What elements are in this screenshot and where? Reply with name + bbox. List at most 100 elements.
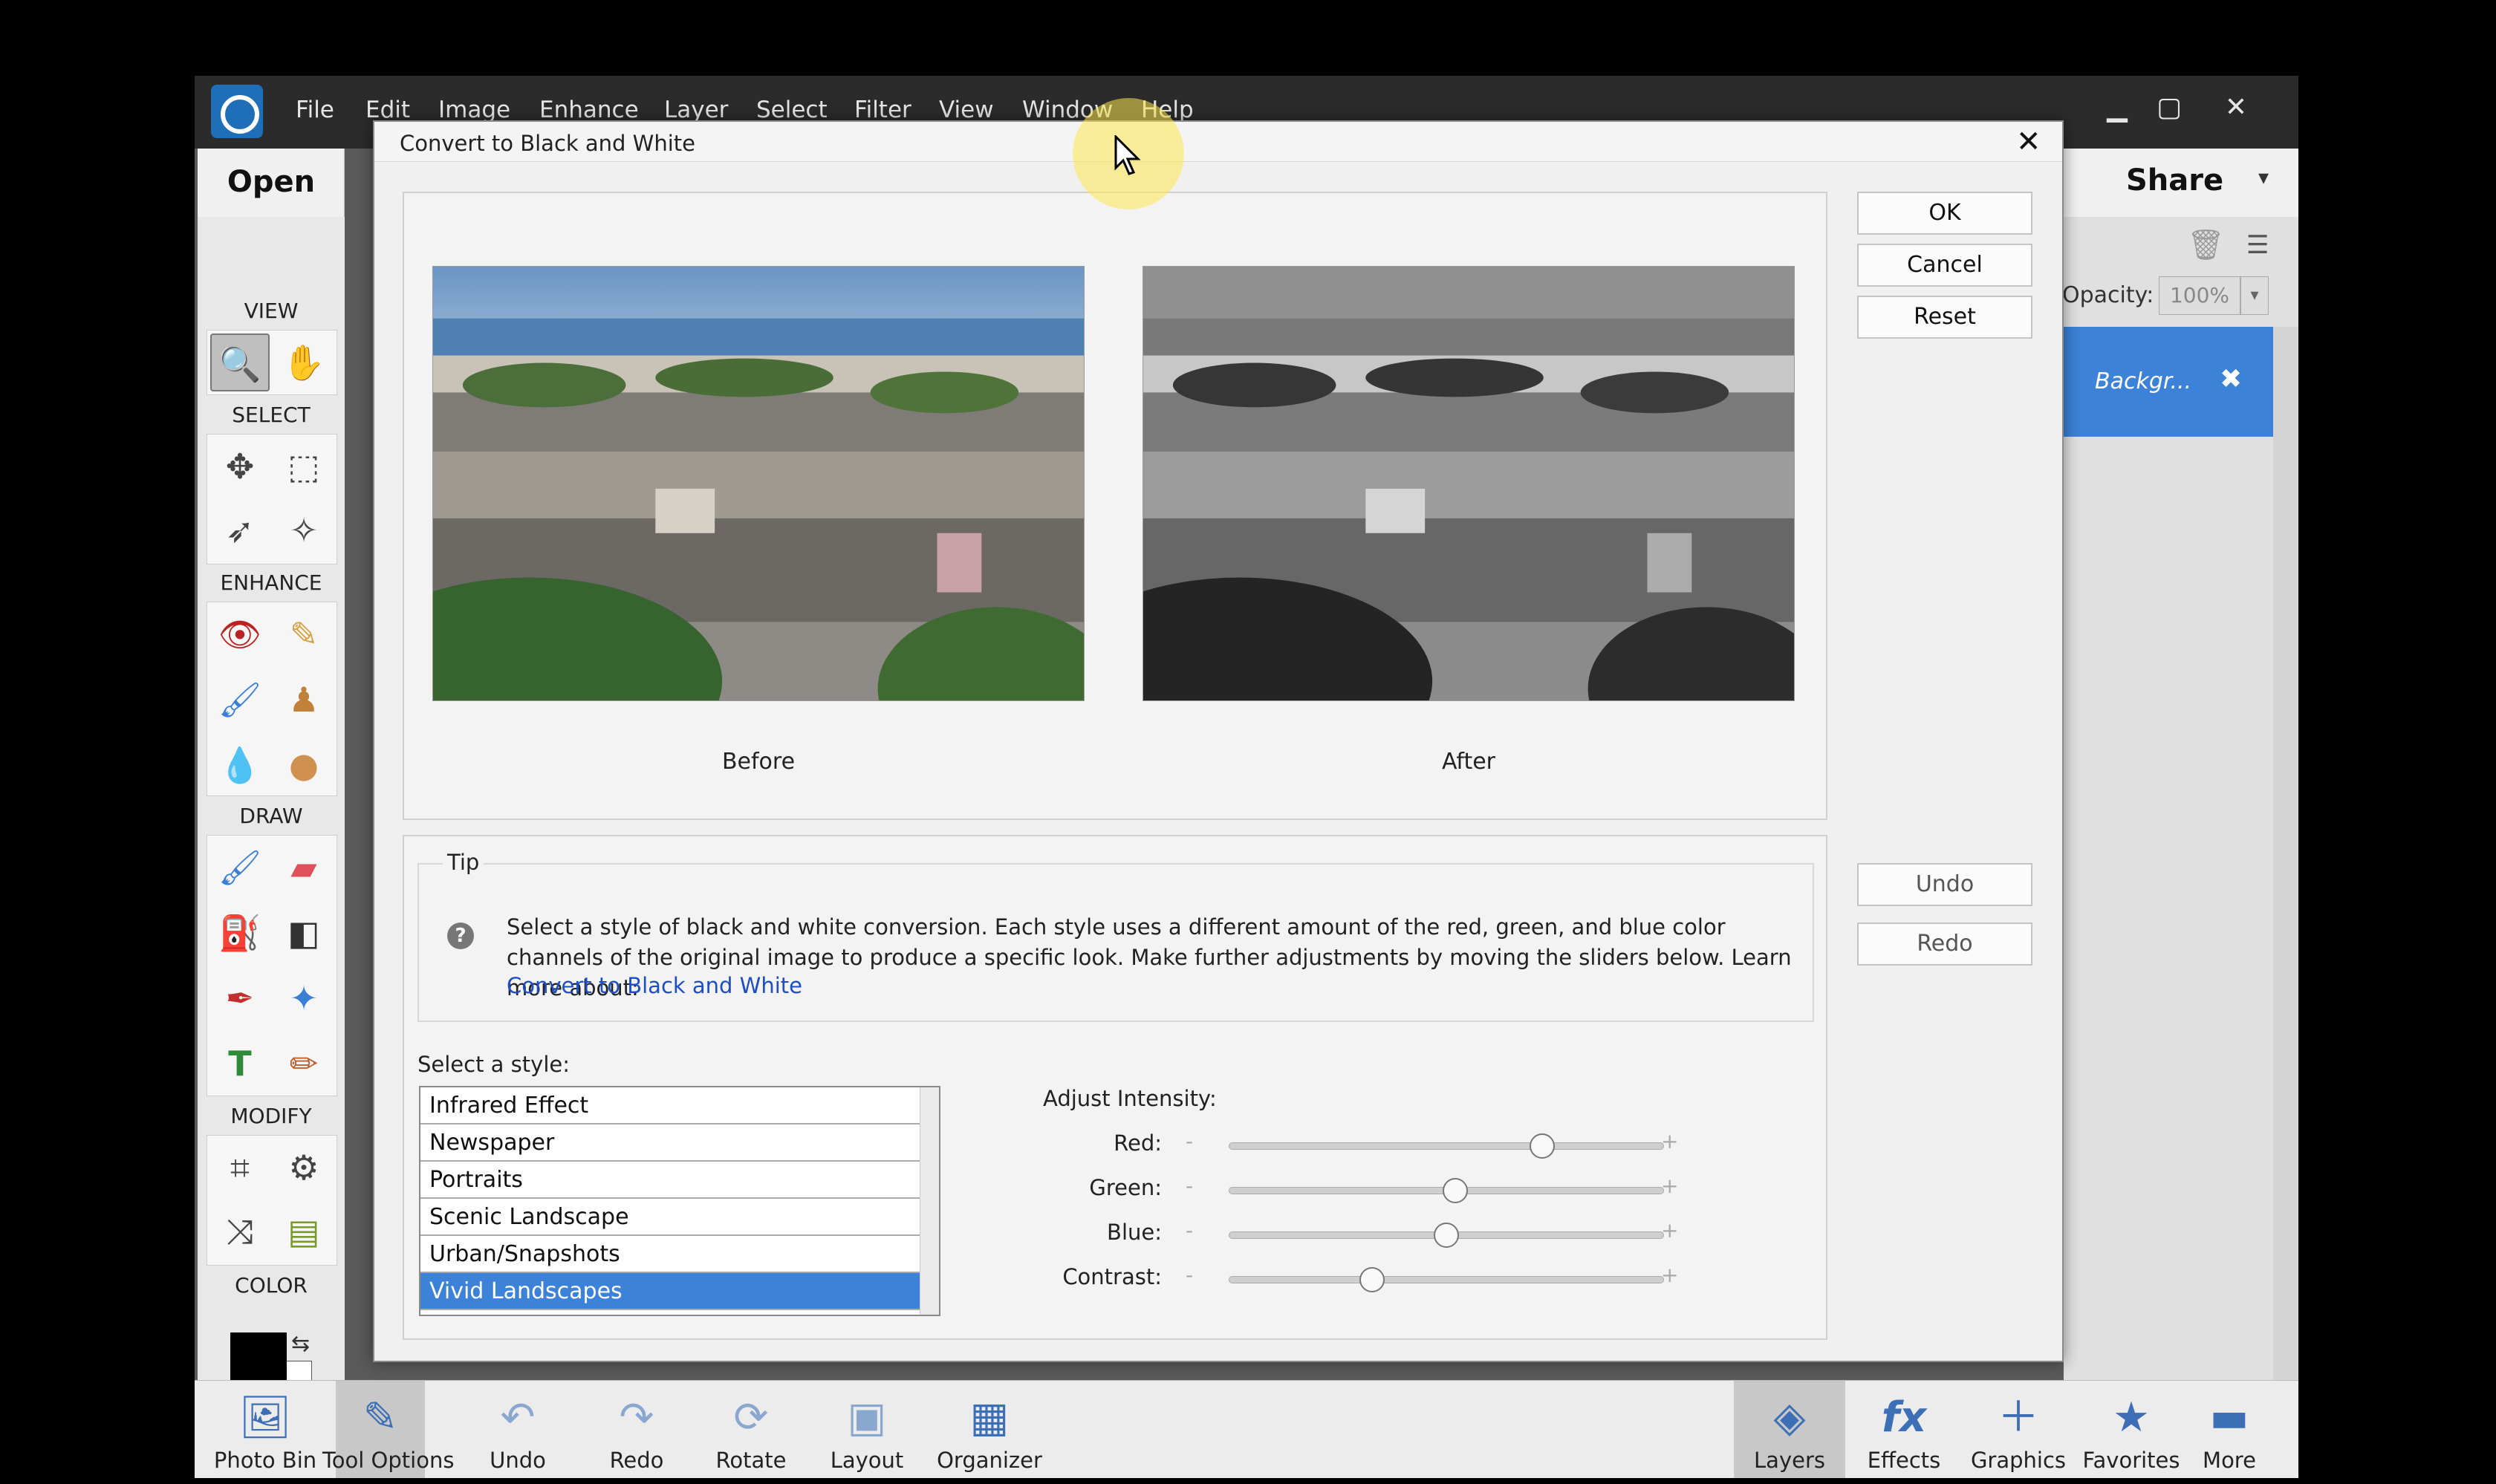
custom-shape-tool-icon[interactable]: ✦ (274, 969, 334, 1027)
photo-bin-label: Photo Bin (213, 1448, 317, 1473)
recompose-tool-icon[interactable]: ⚙ (274, 1139, 334, 1197)
red-eye-tool-icon[interactable]: 👁 (210, 605, 270, 663)
crop-tool-icon[interactable]: ⌗ (210, 1139, 270, 1197)
magic-wand-tool-icon[interactable]: ✧ (274, 501, 334, 559)
type-tool-icon[interactable]: T (210, 1035, 270, 1093)
style-listbox[interactable]: Infrared Effect Newspaper Portraits Scen… (419, 1086, 940, 1316)
tool-options-label: Tool Options (322, 1448, 455, 1473)
blue-plus: + (1661, 1218, 1679, 1243)
rotate-label: Rotate (715, 1448, 787, 1473)
red-slider-thumb[interactable] (1529, 1133, 1555, 1159)
content-aware-move-tool-icon[interactable]: ⤨ (210, 1203, 270, 1260)
sponge-tool-icon[interactable]: ● (274, 736, 334, 794)
favorites-button[interactable]: ★ Favorites (2076, 1381, 2187, 1478)
more-button[interactable]: ▬ More (2174, 1381, 2285, 1478)
blue-slider-label: Blue: (1107, 1220, 1162, 1245)
redo-dialog-button[interactable]: Redo (1857, 922, 2032, 966)
red-slider-label: Red: (1114, 1130, 1162, 1156)
lasso-tool-icon[interactable]: ➶ (210, 501, 270, 559)
style-item-infrared[interactable]: Infrared Effect (420, 1087, 920, 1125)
mouse-cursor-icon (1114, 135, 1141, 175)
menu-select[interactable]: Select (756, 97, 828, 123)
after-preview-image (1143, 266, 1795, 701)
reset-button[interactable]: Reset (1857, 296, 2032, 339)
rotate-icon: ⟳ (733, 1393, 769, 1442)
style-item-vivid-landscapes[interactable]: Vivid Landscapes (420, 1273, 920, 1310)
red-minus: - (1186, 1129, 1194, 1153)
menu-file[interactable]: File (296, 97, 334, 123)
organizer-button[interactable]: ▦ Organizer (923, 1381, 1056, 1478)
eyedropper-tool-icon[interactable]: ✒ (210, 969, 270, 1027)
rotate-button[interactable]: ⟳ Rotate (695, 1381, 807, 1478)
undo-button[interactable]: ↶ Undo (462, 1381, 573, 1478)
style-item-scenic-landscape[interactable]: Scenic Landscape (420, 1199, 920, 1236)
draw-tools: 🖌 ▰ ⛽ ◧ ✒ ✦ T ✏ (207, 835, 337, 1096)
before-preview-image (432, 266, 1085, 701)
blue-minus: - (1186, 1218, 1194, 1243)
smart-brush-tool-icon[interactable]: 🖌 (210, 671, 270, 729)
green-slider-thumb[interactable] (1442, 1178, 1468, 1203)
effects-fx-icon: fx (1881, 1393, 1927, 1442)
open-button[interactable]: Open (198, 149, 345, 217)
bottom-taskbar: 🖼 Photo Bin ✎ Tool Options ↶ Undo ↷ Redo… (195, 1380, 2298, 1478)
minimize-button[interactable]: ▁ (2096, 89, 2138, 126)
opacity-field[interactable]: 100% (2159, 276, 2240, 315)
contrast-slider-track[interactable] (1229, 1276, 1664, 1283)
clone-stamp-tool-icon[interactable]: ♟ (274, 671, 334, 729)
effects-button[interactable]: fx Effects (1848, 1381, 1960, 1478)
blue-slider-thumb[interactable] (1434, 1223, 1459, 1248)
straighten-tool-icon[interactable]: ▤ (274, 1203, 334, 1260)
more-icon: ▬ (2209, 1393, 2249, 1442)
marquee-tool-icon[interactable]: ⬚ (274, 437, 334, 495)
close-window-button[interactable]: ✕ (2215, 89, 2257, 126)
pencil-tool-icon[interactable]: ✏ (274, 1035, 334, 1093)
menu-layer[interactable]: Layer (664, 97, 728, 123)
brush-tool-icon[interactable]: 🖌 (210, 839, 270, 896)
layout-button[interactable]: ▣ Layout (811, 1381, 923, 1478)
menu-enhance[interactable]: Enhance (539, 97, 639, 123)
layer-background[interactable]: Backgr... ✖ (2064, 327, 2273, 437)
photo-bin-button[interactable]: 🖼 Photo Bin (209, 1381, 321, 1478)
graphics-button[interactable]: ＋ Graphics (1963, 1381, 2074, 1478)
layers-scrollbar[interactable] (2273, 327, 2298, 1447)
maximize-button[interactable]: ▢ (2148, 89, 2190, 126)
gradient-tool-icon[interactable]: ◧ (274, 904, 334, 962)
redo-button[interactable]: ↷ Redo (581, 1381, 692, 1478)
opacity-dropdown-icon[interactable]: ▾ (2240, 276, 2269, 315)
zoom-tool-icon[interactable]: 🔍 (210, 333, 270, 391)
dialog-close-icon[interactable]: ✕ (2016, 125, 2041, 159)
style-item-urban-snapshots[interactable]: Urban/Snapshots (420, 1236, 920, 1273)
layers-button[interactable]: ◈ Layers (1734, 1381, 1845, 1478)
style-list-scrollbar[interactable] (920, 1087, 939, 1315)
before-caption: Before (721, 749, 796, 775)
cancel-button[interactable]: Cancel (1857, 244, 2032, 287)
section-enhance-label: ENHANCE (220, 570, 322, 595)
swap-colors-icon[interactable]: ⇆ (291, 1331, 310, 1357)
hand-tool-icon[interactable]: ✋ (274, 333, 334, 391)
menu-view[interactable]: View (939, 97, 994, 123)
style-item-portraits[interactable]: Portraits (420, 1162, 920, 1199)
menu-edit[interactable]: Edit (365, 97, 410, 123)
panel-menu-icon[interactable]: ☰ (2246, 230, 2269, 260)
undo-icon: ↶ (500, 1393, 536, 1442)
green-minus: - (1186, 1174, 1194, 1198)
menu-image[interactable]: Image (438, 97, 510, 123)
share-button[interactable]: Share ▾ (2064, 149, 2298, 217)
spot-healing-tool-icon[interactable]: ✎ (274, 605, 334, 663)
style-item-newspaper[interactable]: Newspaper (420, 1125, 920, 1162)
red-slider-track[interactable] (1229, 1142, 1664, 1150)
eraser-tool-icon[interactable]: ▰ (274, 839, 334, 896)
blur-tool-icon[interactable]: 💧 (210, 736, 270, 794)
layers-label: Layers (1754, 1448, 1825, 1473)
dialog-title-bar[interactable]: Convert to Black and White ✕ (374, 122, 2062, 162)
learn-more-link[interactable]: Convert to Black and White (507, 973, 802, 998)
convert-bw-dialog: Convert to Black and White ✕ Before Afte… (373, 120, 2064, 1362)
contrast-plus: + (1661, 1263, 1679, 1287)
undo-dialog-button[interactable]: Undo (1857, 863, 2032, 906)
contrast-slider-thumb[interactable] (1359, 1267, 1385, 1292)
paint-bucket-tool-icon[interactable]: ⛽ (210, 904, 270, 962)
trash-icon[interactable]: 🗑 (2187, 227, 2225, 262)
menu-filter[interactable]: Filter (854, 97, 911, 123)
ok-button[interactable]: OK (1857, 192, 2032, 235)
move-tool-icon[interactable]: ✥ (210, 437, 270, 495)
